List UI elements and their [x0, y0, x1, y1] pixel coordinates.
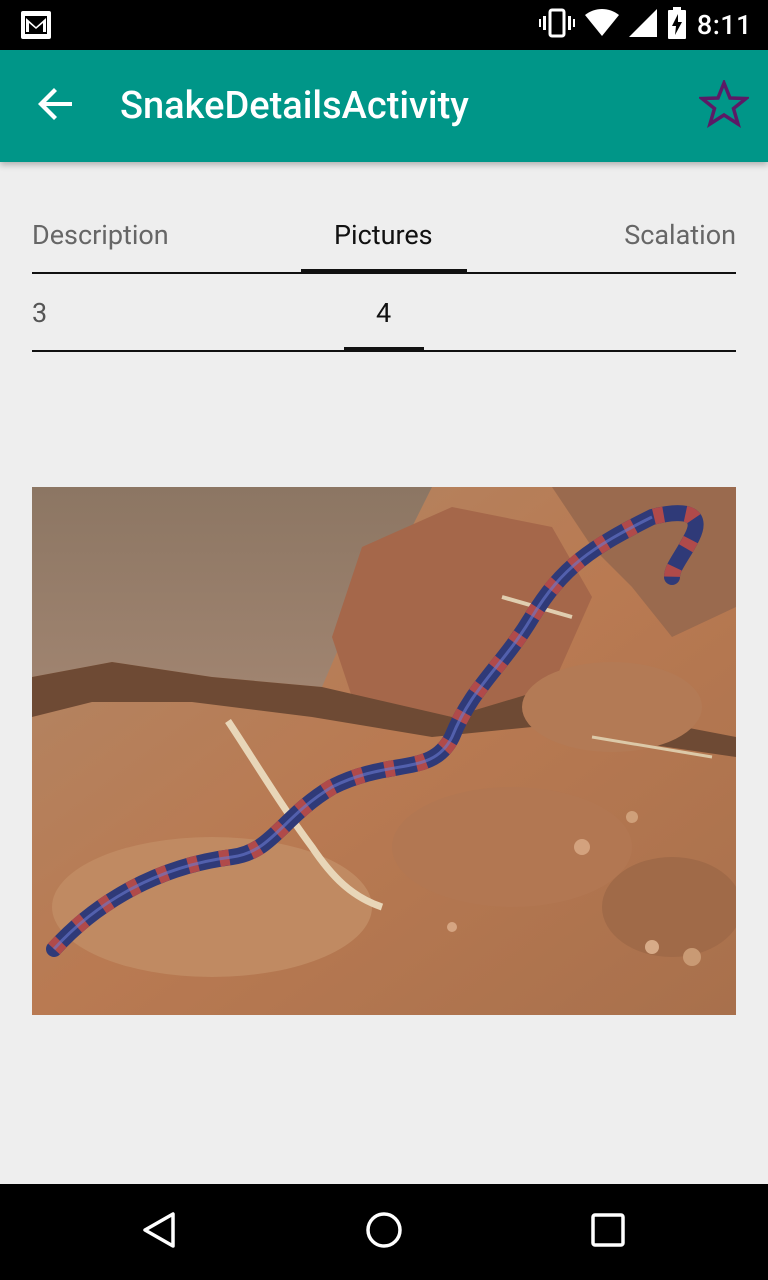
status-bar: 8:11	[0, 0, 768, 50]
status-icons: 8:11	[538, 0, 752, 50]
nav-back-button[interactable]	[112, 1184, 208, 1280]
status-time: 8:11	[696, 9, 752, 41]
wifi-icon	[584, 9, 619, 41]
picture-pager: 3 4	[32, 278, 736, 352]
tab-indicator	[301, 269, 467, 274]
vibrate-icon	[538, 8, 575, 42]
tab-bar: Description Pictures Scalation	[32, 200, 736, 274]
back-button[interactable]	[24, 74, 88, 138]
page-indicator	[344, 347, 424, 352]
signal-icon	[628, 9, 657, 41]
arrow-left-icon	[38, 86, 74, 126]
tab-scalation[interactable]: Scalation	[624, 200, 736, 270]
favorite-button[interactable]	[694, 76, 754, 136]
page-title: SnakeDetailsActivity	[120, 84, 469, 128]
tab-description[interactable]: Description	[32, 200, 169, 270]
nav-home-icon	[364, 1210, 404, 1254]
nav-recents-button[interactable]	[560, 1184, 656, 1280]
nav-home-button[interactable]	[336, 1184, 432, 1280]
app-bar: SnakeDetailsActivity	[0, 50, 768, 162]
system-nav-bar	[0, 1184, 768, 1280]
page-item-3[interactable]: 3	[32, 278, 47, 348]
snake-photo	[32, 487, 736, 1015]
nav-recents-icon	[588, 1210, 628, 1254]
nav-back-icon	[140, 1210, 180, 1254]
battery-charging-icon	[667, 7, 687, 43]
star-outline-icon	[697, 78, 751, 132]
page-item-4[interactable]: 4	[376, 278, 391, 348]
gmail-icon	[20, 10, 52, 40]
tab-pictures[interactable]: Pictures	[334, 200, 433, 270]
